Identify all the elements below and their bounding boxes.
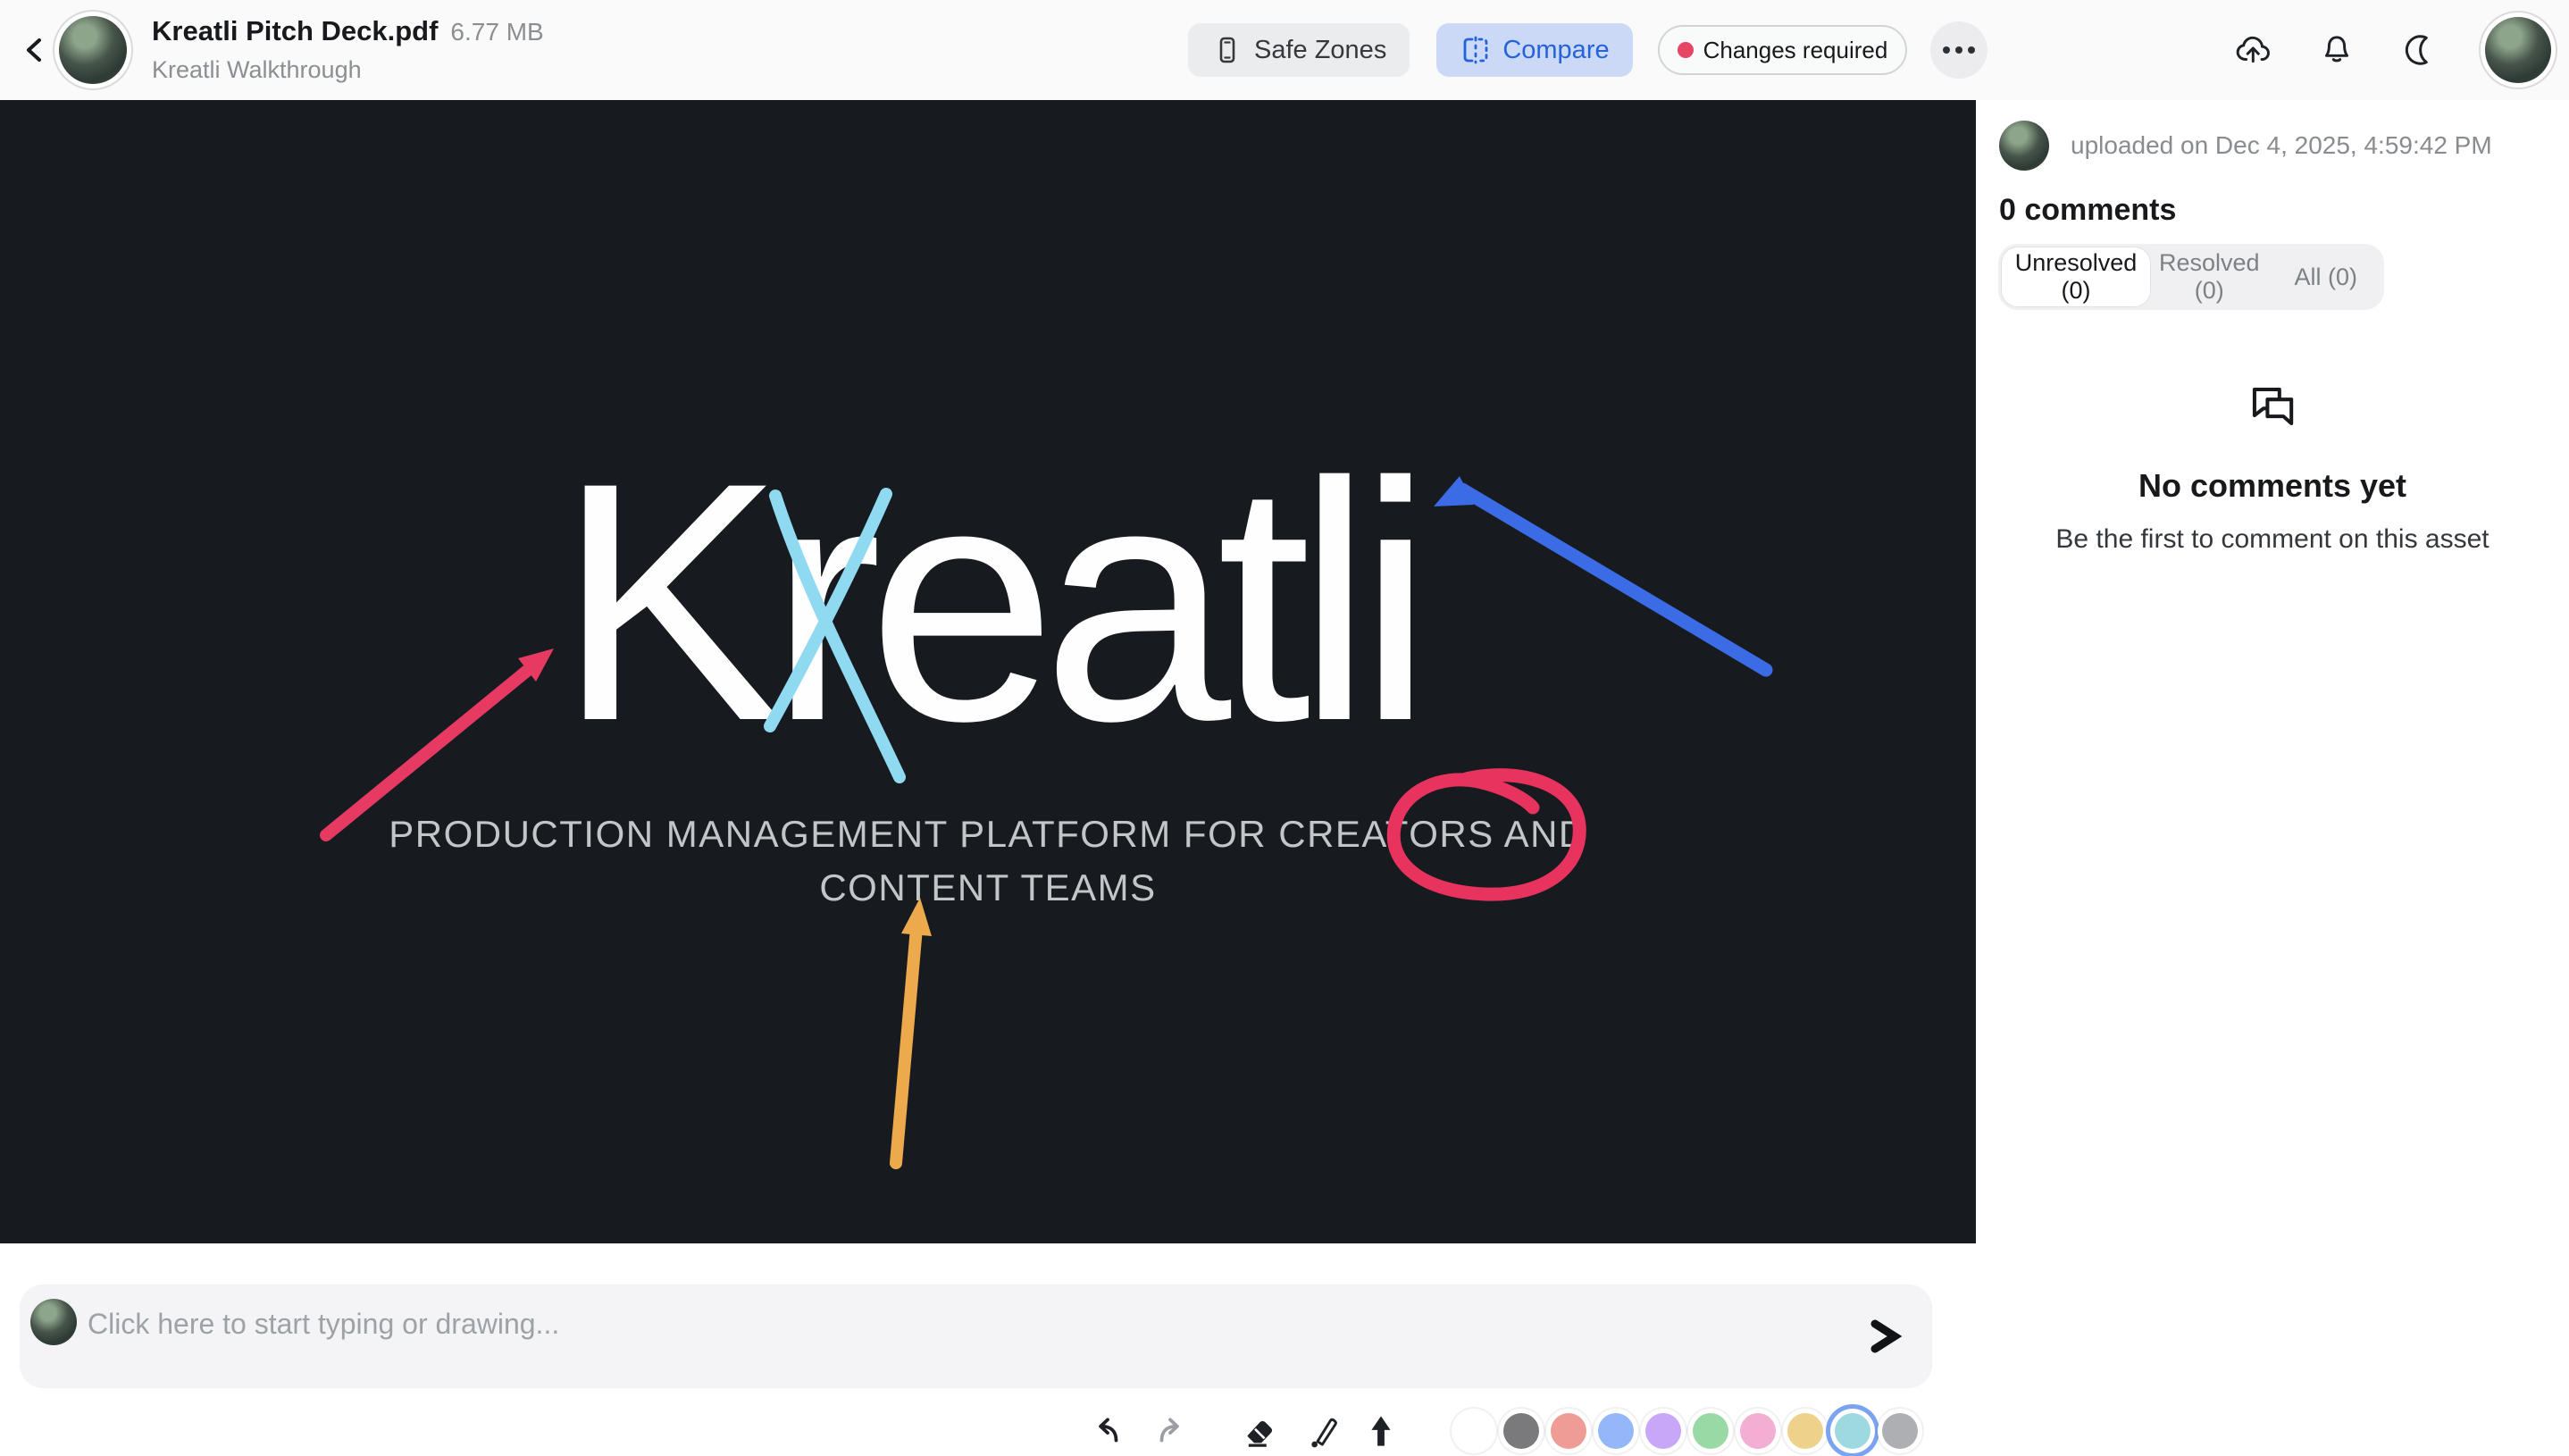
drawing-toolbar xyxy=(1086,1410,1918,1452)
file-size: 6.77 MB xyxy=(450,18,543,46)
empty-state-title: No comments yet xyxy=(1976,467,2569,505)
red-circle-annotation xyxy=(1393,775,1579,895)
undo-icon xyxy=(1091,1414,1125,1448)
asset-title-block: Kreatli Pitch Deck.pdf 6.77 MB Kreatli W… xyxy=(152,15,544,84)
back-button[interactable] xyxy=(14,29,57,71)
eraser-icon xyxy=(1242,1413,1277,1449)
bell-icon xyxy=(2318,31,2356,69)
asset-owner-avatar xyxy=(59,16,127,84)
comment-placeholder: Click here to start typing or drawing... xyxy=(88,1308,559,1341)
upload-meta-row: uploaded on Dec 4, 2025, 4:59:42 PM xyxy=(1999,121,2492,171)
color-palette xyxy=(1456,1413,1918,1449)
more-options-button[interactable] xyxy=(1930,21,1987,79)
comment-input[interactable]: Click here to start typing or drawing... xyxy=(20,1284,1932,1388)
pen-button[interactable] xyxy=(1301,1410,1343,1452)
uploaded-timestamp: uploaded on Dec 4, 2025, 4:59:42 PM xyxy=(2071,131,2492,160)
color-swatch-cyan[interactable] xyxy=(1835,1413,1870,1449)
tab-unresolved[interactable]: Unresolved (0) xyxy=(2001,247,2151,307)
tab-all[interactable]: All (0) xyxy=(2268,264,2385,291)
send-icon xyxy=(1864,1317,1904,1356)
comment-filter-tabs: Unresolved (0) Resolved (0) All (0) xyxy=(1998,244,2384,310)
undo-button[interactable] xyxy=(1086,1410,1129,1452)
breadcrumb-project: Kreatli Walkthrough xyxy=(152,56,544,84)
compare-label: Compare xyxy=(1502,36,1609,65)
cloud-upload-icon xyxy=(2233,32,2272,68)
comments-empty-state: No comments yet Be the first to comment … xyxy=(1976,384,2569,555)
uploader-avatar xyxy=(1999,121,2049,171)
color-swatch-yellow[interactable] xyxy=(1787,1413,1823,1449)
cyan-x-annotation-stroke1 xyxy=(775,496,900,777)
arrow-tool-button[interactable] xyxy=(1360,1410,1402,1452)
status-dot-icon xyxy=(1678,42,1694,58)
annotation-layer[interactable] xyxy=(0,100,1976,1243)
color-swatch-silver[interactable] xyxy=(1882,1413,1918,1449)
send-comment-button[interactable] xyxy=(1859,1311,1909,1361)
pink-arrow-annotation xyxy=(326,666,532,835)
phone-icon xyxy=(1211,34,1243,66)
color-swatch-gray[interactable] xyxy=(1503,1413,1539,1449)
color-swatch-salmon[interactable] xyxy=(1551,1413,1586,1449)
color-swatch-white[interactable] xyxy=(1456,1413,1492,1449)
orange-arrow-head xyxy=(901,898,932,936)
user-avatar[interactable] xyxy=(2485,17,2551,83)
safe-zones-label: Safe Zones xyxy=(1254,36,1386,65)
eraser-button[interactable] xyxy=(1238,1410,1281,1452)
pen-icon xyxy=(1304,1413,1340,1449)
blue-arrow-annotation xyxy=(1462,490,1766,670)
moon-icon xyxy=(2402,31,2439,69)
redo-button[interactable] xyxy=(1149,1410,1192,1452)
color-swatch-purple[interactable] xyxy=(1645,1413,1681,1449)
asset-canvas[interactable]: Kreatli PRODUCTION MANAGEMENT PLATFORM F… xyxy=(0,100,1976,1243)
empty-state-subtitle: Be the first to comment on this asset xyxy=(1976,524,2569,555)
orange-arrow-annotation xyxy=(896,928,916,1163)
dark-mode-toggle[interactable] xyxy=(2401,30,2440,70)
chat-bubbles-icon xyxy=(2247,384,2298,429)
comments-count-heading: 0 comments xyxy=(1999,193,2176,228)
color-swatch-green[interactable] xyxy=(1693,1413,1728,1449)
notifications-button[interactable] xyxy=(2317,30,2356,70)
arrow-up-icon xyxy=(1363,1413,1399,1449)
color-swatch-pink[interactable] xyxy=(1740,1413,1776,1449)
status-label: Changes required xyxy=(1703,37,1888,64)
current-user-avatar xyxy=(30,1299,77,1345)
color-swatch-blue[interactable] xyxy=(1598,1413,1634,1449)
chevron-left-icon xyxy=(21,35,51,65)
comments-sidebar: uploaded on Dec 4, 2025, 4:59:42 PM 0 co… xyxy=(1976,100,2569,1456)
page-title: Kreatli Pitch Deck.pdf xyxy=(152,15,438,47)
more-dots-icon xyxy=(1943,46,1950,54)
status-badge[interactable]: Changes required xyxy=(1658,25,1908,75)
upload-button[interactable] xyxy=(2233,30,2272,70)
header-bar: Kreatli Pitch Deck.pdf 6.77 MB Kreatli W… xyxy=(0,0,2569,100)
redo-icon xyxy=(1153,1414,1187,1448)
safe-zones-button[interactable]: Safe Zones xyxy=(1188,23,1410,77)
compare-split-icon xyxy=(1460,34,1492,66)
compare-button[interactable]: Compare xyxy=(1436,23,1632,77)
tab-resolved[interactable]: Resolved (0) xyxy=(2151,249,2268,305)
